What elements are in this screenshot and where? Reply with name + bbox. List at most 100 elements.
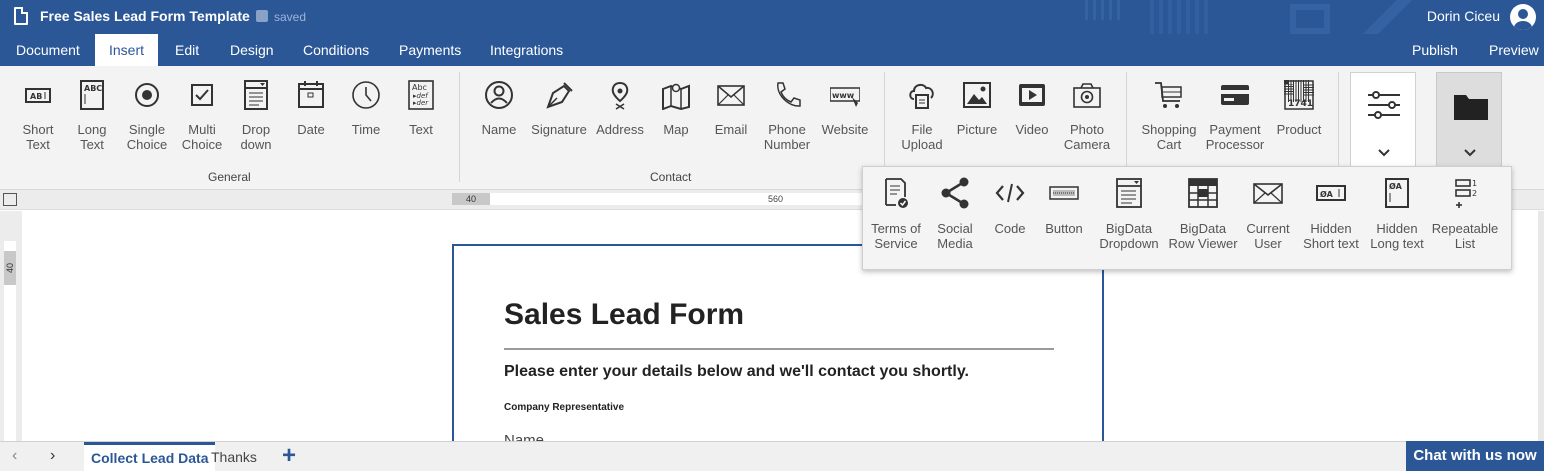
cart-icon bbox=[1155, 82, 1182, 108]
hidden-long-icon: ØA bbox=[1385, 178, 1409, 208]
header-decoration bbox=[1350, 0, 1420, 34]
svg-text:2: 2 bbox=[1472, 189, 1477, 198]
time-label: Time bbox=[351, 122, 381, 137]
map-button[interactable]: Map bbox=[656, 66, 696, 166]
multi-choice-label: Multi Choice bbox=[181, 122, 223, 152]
bigdata-dropdown-button[interactable]: BigData Dropdown bbox=[1099, 167, 1159, 267]
short-text-button[interactable]: AB Short Text bbox=[18, 66, 58, 166]
tab-insert[interactable]: Insert bbox=[95, 34, 159, 66]
shopping-cart-button[interactable]: Shopping Cart bbox=[1142, 66, 1196, 166]
short-text-label: Short Text bbox=[22, 122, 54, 152]
tab-design[interactable]: Design bbox=[216, 34, 288, 66]
product-button[interactable]: 1741 Product bbox=[1277, 66, 1321, 166]
picture-button[interactable]: Picture bbox=[956, 66, 998, 166]
email-button[interactable]: Email bbox=[711, 66, 751, 166]
page-tab-thanks[interactable]: Thanks bbox=[204, 442, 264, 471]
more-fields-button[interactable] bbox=[1350, 72, 1416, 168]
email-label: Email bbox=[714, 122, 748, 137]
user-avatar-icon[interactable] bbox=[1510, 4, 1536, 30]
share-icon bbox=[941, 177, 969, 209]
file-upload-label: File Upload bbox=[901, 122, 943, 152]
payment-processor-button[interactable]: Payment Processor bbox=[1206, 66, 1264, 166]
header-decoration bbox=[1085, 0, 1125, 20]
divider bbox=[504, 348, 1054, 350]
ruler-left-margin[interactable]: 40 bbox=[452, 193, 490, 205]
hidden-long-text-label: Hidden Long text bbox=[1370, 221, 1424, 251]
preview-button[interactable]: Preview bbox=[1475, 34, 1544, 66]
phone-number-label: Phone Number bbox=[763, 122, 811, 152]
ruler-top-margin[interactable]: 40 bbox=[4, 251, 16, 285]
product-label: Product bbox=[1276, 122, 1322, 137]
name-button[interactable]: Name bbox=[479, 66, 519, 166]
video-button[interactable]: Video bbox=[1012, 66, 1052, 166]
time-button[interactable]: Time bbox=[346, 66, 386, 166]
chevron-down-icon bbox=[1464, 149, 1476, 157]
next-page-icon[interactable]: › bbox=[50, 447, 55, 465]
tab-integrations[interactable]: Integrations bbox=[476, 34, 577, 66]
website-label: Website bbox=[821, 122, 869, 137]
svg-text:▸der: ▸der bbox=[413, 99, 429, 107]
current-user-button[interactable]: Current User bbox=[1246, 167, 1290, 267]
publish-button[interactable]: Publish bbox=[1398, 34, 1472, 66]
social-media-button[interactable]: Social Media bbox=[935, 167, 975, 267]
long-text-button[interactable]: ABC Long Text bbox=[72, 66, 112, 166]
hidden-short-text-button[interactable]: ØA Hidden Short text bbox=[1303, 167, 1359, 267]
document-title[interactable]: Free Sales Lead Form Template bbox=[40, 8, 250, 24]
form-page: Sales Lead Form Please enter your detail… bbox=[452, 244, 1104, 464]
repeat-list-icon: 12 bbox=[1455, 179, 1477, 208]
person-icon bbox=[485, 81, 513, 109]
photo-camera-label: Photo Camera bbox=[1063, 122, 1111, 152]
photo-camera-button[interactable]: Photo Camera bbox=[1064, 66, 1110, 166]
repeatable-list-button[interactable]: 12 Repeatable List bbox=[1432, 167, 1499, 267]
save-status: saved bbox=[274, 10, 307, 24]
picture-label: Picture bbox=[956, 122, 998, 137]
user-name[interactable]: Dorin Ciceu bbox=[1427, 8, 1500, 24]
tab-payments[interactable]: Payments bbox=[385, 34, 475, 66]
date-button[interactable]: Date bbox=[291, 66, 331, 166]
bigdata-dropdown-icon bbox=[1116, 178, 1142, 208]
phone-number-button[interactable]: Phone Number bbox=[764, 66, 810, 166]
image-icon bbox=[963, 82, 991, 108]
tab-edit[interactable]: Edit bbox=[161, 34, 213, 66]
ruler-corner-icon[interactable] bbox=[3, 193, 17, 206]
dropdown-button[interactable]: Drop down bbox=[236, 66, 276, 166]
file-upload-button[interactable]: File Upload bbox=[901, 66, 943, 166]
hidden-long-text-button[interactable]: ØA Hidden Long text bbox=[1370, 167, 1424, 267]
terms-of-service-label: Terms of Service bbox=[871, 221, 921, 251]
chat-button[interactable]: Chat with us now bbox=[1406, 441, 1544, 471]
website-button[interactable]: www Website bbox=[822, 66, 868, 166]
clock-icon bbox=[352, 81, 380, 109]
terms-icon bbox=[885, 178, 908, 208]
text-button[interactable]: Abc ▸def ▸der Text bbox=[401, 66, 441, 166]
www-icon: www bbox=[830, 87, 860, 107]
video-icon bbox=[1019, 84, 1045, 106]
section-heading[interactable]: Company Representative bbox=[504, 402, 624, 413]
page-tab-collect-lead-data[interactable]: Collect Lead Data bbox=[84, 442, 216, 471]
barcode-icon: 1741 bbox=[1284, 80, 1314, 110]
prev-page-icon[interactable]: ‹ bbox=[12, 447, 17, 465]
address-button[interactable]: Address bbox=[596, 66, 644, 166]
group-label-general: General bbox=[208, 170, 251, 184]
multi-choice-button[interactable]: Multi Choice bbox=[182, 66, 222, 166]
add-page-icon[interactable]: + bbox=[282, 444, 296, 468]
templates-button[interactable] bbox=[1436, 72, 1502, 168]
tab-conditions[interactable]: Conditions bbox=[289, 34, 383, 66]
signature-button[interactable]: Signature bbox=[531, 66, 587, 166]
button-icon bbox=[1049, 186, 1079, 200]
tab-document[interactable]: Document bbox=[2, 34, 94, 66]
long-text-label: Long Text bbox=[77, 122, 107, 152]
page-tabs-bar: ‹ › Collect Lead Data Thanks + bbox=[0, 441, 1544, 471]
form-subtitle[interactable]: Please enter your details below and we'l… bbox=[504, 363, 969, 381]
date-label: Date bbox=[297, 122, 325, 137]
svg-text:1741: 1741 bbox=[1288, 99, 1313, 109]
payment-processor-label: Payment Processor bbox=[1205, 122, 1265, 152]
terms-of-service-button[interactable]: Terms of Service bbox=[871, 167, 921, 267]
bigdata-row-viewer-button[interactable]: BigData Row Viewer bbox=[1168, 167, 1238, 267]
single-choice-button[interactable]: Single Choice bbox=[127, 66, 167, 166]
code-button[interactable]: Code bbox=[990, 167, 1030, 267]
form-title[interactable]: Sales Lead Form bbox=[504, 298, 744, 332]
checkbox-icon bbox=[191, 84, 213, 106]
map-label: Map bbox=[663, 122, 689, 137]
button-field-button[interactable]: Button bbox=[1044, 167, 1084, 267]
vertical-scrollbar[interactable] bbox=[1538, 211, 1544, 441]
